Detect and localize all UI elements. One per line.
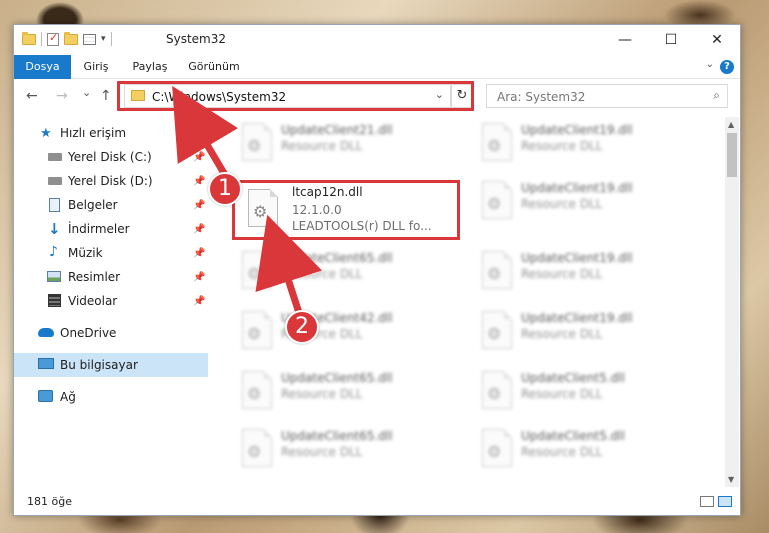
arrow-to-file xyxy=(255,214,323,318)
callout-badge-1: 1 xyxy=(208,172,242,206)
annotation-arrows xyxy=(172,85,323,318)
callout-badge-2: 2 xyxy=(285,310,319,344)
arrow-to-address-bar xyxy=(172,85,238,182)
